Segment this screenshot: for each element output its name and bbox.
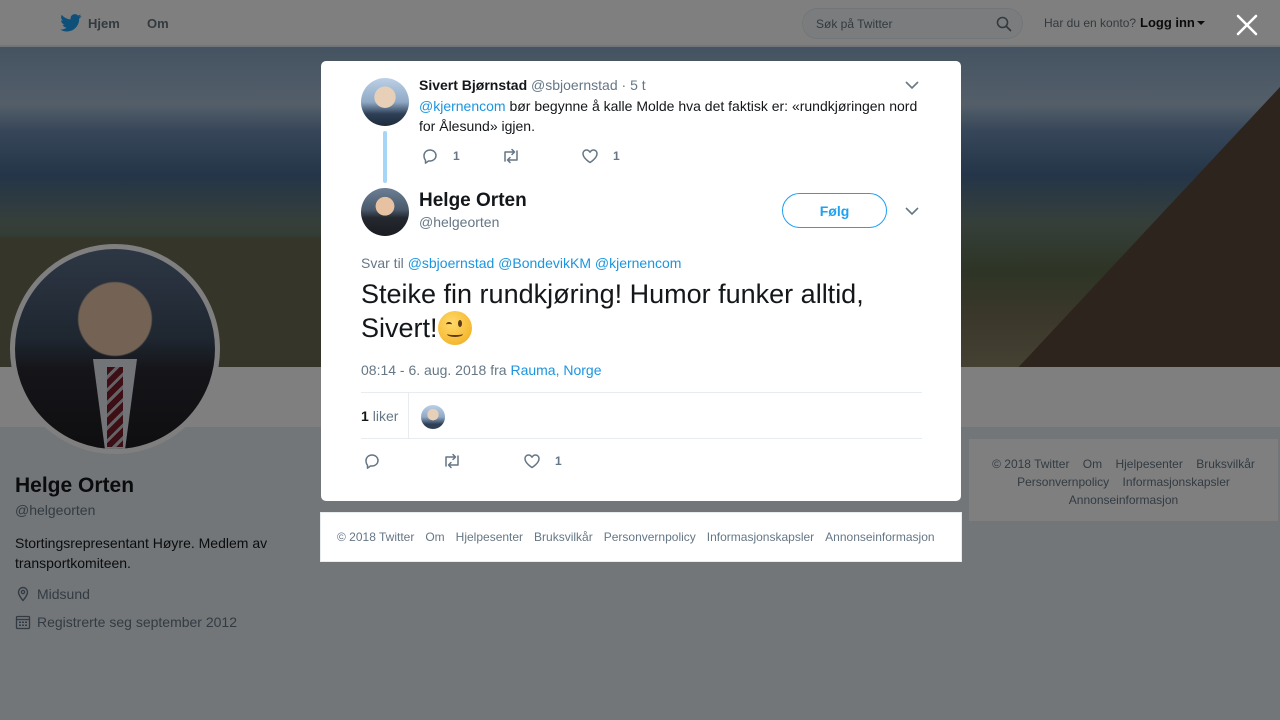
footer-link-about[interactable]: Om [425, 530, 444, 544]
main-tweet-timestamp: 08:14 - 6. aug. 2018 fra [361, 362, 507, 378]
parent-tweet-header: Sivert Bjørnstad @sbjoernstad · 5 t [419, 77, 646, 93]
reply-button[interactable] [363, 452, 395, 470]
retweet-icon [504, 148, 518, 164]
heart-icon [524, 454, 540, 469]
footer-link-ads-info[interactable]: Annonseinformasjon [825, 530, 934, 544]
reply-to-user-link[interactable]: @sbjoernstad [408, 255, 495, 271]
reply-to-user-link[interactable]: @BondevikKM [498, 255, 591, 271]
retweet-button[interactable] [442, 452, 476, 470]
main-tweet-author-handle[interactable]: @helgeorten [419, 214, 499, 230]
thread-connector-line [383, 131, 387, 183]
close-icon[interactable] [1234, 12, 1260, 38]
likes-stat[interactable]: 1 liker [361, 393, 410, 439]
mention-link[interactable]: @kjernencom [419, 98, 506, 114]
like-button[interactable]: 1 [581, 147, 620, 165]
reply-button[interactable]: 1 [421, 147, 460, 165]
retweet-button[interactable] [501, 147, 535, 165]
modal-footer: © 2018 Twitter Om Hjelpesenter Bruksvilk… [320, 512, 962, 562]
tweet-modal: Sivert Bjørnstad @sbjoernstad · 5 t @kje… [321, 61, 961, 501]
chevron-down-icon[interactable] [905, 80, 919, 90]
footer-link-help[interactable]: Hjelpesenter [456, 530, 523, 544]
avatar[interactable] [361, 188, 409, 236]
reply-to-label: Svar til [361, 255, 404, 271]
reply-to-user-link[interactable]: @kjernencom [595, 255, 682, 271]
parent-tweet-text: @kjernencom bør begynne å kalle Molde hv… [419, 96, 929, 136]
chevron-down-icon[interactable] [905, 206, 919, 216]
parent-tweet-author-handle[interactable]: @sbjoernstad [531, 77, 618, 93]
main-tweet-location-link[interactable]: Rauma, Norge [510, 362, 601, 378]
likes-stat-count: 1 [361, 408, 369, 424]
footer-link-privacy[interactable]: Personvernpolicy [604, 530, 696, 544]
like-count: 1 [555, 454, 562, 468]
parent-tweet-time[interactable]: · 5 t [622, 77, 646, 93]
like-count: 1 [613, 149, 620, 163]
footer-link-cookies[interactable]: Informasjonskapsler [707, 530, 814, 544]
reply-count: 1 [453, 149, 460, 163]
heart-icon [582, 149, 598, 164]
footer-link-terms[interactable]: Bruksvilkår [534, 530, 593, 544]
like-button[interactable]: 1 [523, 452, 562, 470]
reply-icon [365, 454, 379, 469]
main-tweet-meta: 08:14 - 6. aug. 2018 fra Rauma, Norge [361, 362, 602, 378]
main-tweet-text: Steike fin rundkjøring! Humor funker all… [361, 277, 921, 345]
retweet-icon [445, 453, 459, 469]
tweet-stats: 1 liker [361, 392, 922, 439]
follow-button[interactable]: Følg [782, 193, 887, 228]
winking-face-emoji-icon [437, 311, 472, 345]
avatar[interactable] [361, 78, 409, 126]
main-tweet-author-name[interactable]: Helge Orten [419, 190, 527, 212]
reply-icon [423, 149, 437, 164]
reply-to-context: Svar til @sbjoernstad @BondevikKM @kjern… [361, 255, 681, 271]
liker-avatar[interactable] [421, 405, 445, 429]
likes-stat-label: liker [372, 408, 399, 424]
footer-copyright: © 2018 Twitter [337, 530, 415, 544]
main-tweet-body: Steike fin rundkjøring! Humor funker all… [361, 279, 864, 343]
parent-tweet-author-name[interactable]: Sivert Bjørnstad [419, 77, 527, 93]
